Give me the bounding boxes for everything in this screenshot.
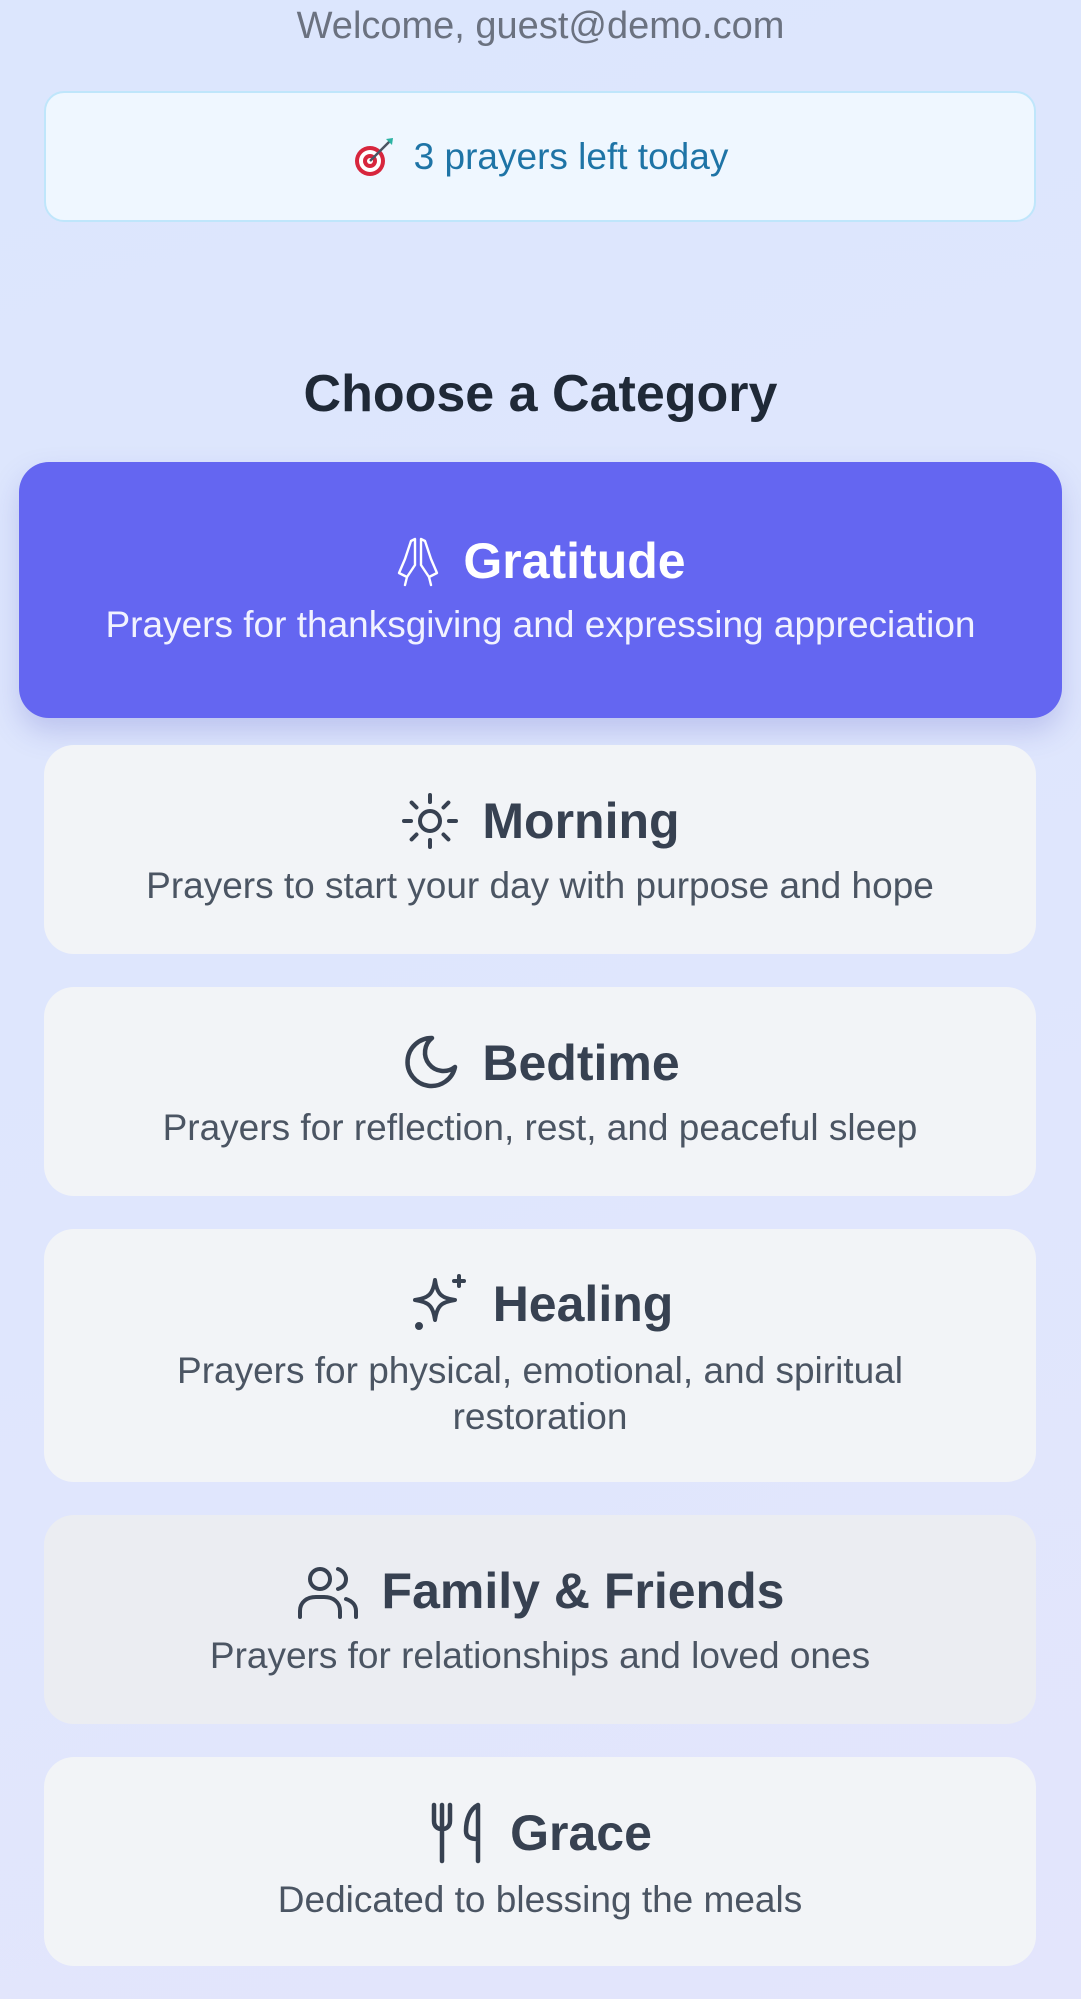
prayers-left-text: 3 prayers left today — [413, 135, 729, 177]
category-title: Morning — [482, 792, 680, 849]
category-title: Healing — [492, 1275, 674, 1332]
category-title: Grace — [510, 1804, 652, 1861]
category-card-gratitude[interactable]: Gratitude Prayers for thanksgiving and e… — [19, 462, 1062, 718]
category-title: Family & Friends — [381, 1562, 785, 1619]
utensils-icon — [428, 1801, 488, 1865]
category-description: Dedicated to blessing the meals — [277, 1878, 803, 1920]
category-title: Bedtime — [482, 1034, 680, 1091]
category-card-bedtime[interactable]: Bedtime Prayers for reflection, rest, an… — [44, 987, 1036, 1196]
category-description: Prayers to start your day with purpose a… — [146, 864, 934, 906]
category-card-morning[interactable]: Morning Prayers to start your day with p… — [44, 745, 1036, 954]
category-card-family-friends[interactable]: Family & Friends Prayers for relationshi… — [44, 1515, 1036, 1724]
category-description: Prayers for physical, emotional, and spi… — [177, 1349, 903, 1437]
category-description: Prayers for relationships and loved ones — [209, 1634, 871, 1676]
category-title: Gratitude — [463, 533, 686, 589]
category-card-grace[interactable]: Grace Dedicated to blessing the meals — [44, 1757, 1036, 1966]
sun-icon — [400, 791, 460, 851]
praying-hands-icon — [395, 535, 441, 587]
users-icon — [296, 1561, 360, 1621]
sparkles-icon — [407, 1272, 471, 1336]
target-icon — [352, 135, 396, 179]
category-card-healing[interactable]: Healing Prayers for physical, emotional,… — [44, 1229, 1036, 1482]
section-title: Choose a Category — [303, 365, 778, 423]
welcome-text: Welcome, guest@demo.com — [296, 5, 785, 47]
category-description: Prayers for reflection, rest, and peacef… — [162, 1106, 918, 1148]
prayers-left-banner: 3 prayers left today — [44, 91, 1036, 222]
moon-icon — [400, 1033, 460, 1093]
category-description: Prayers for thanksgiving and expressing … — [105, 604, 976, 645]
